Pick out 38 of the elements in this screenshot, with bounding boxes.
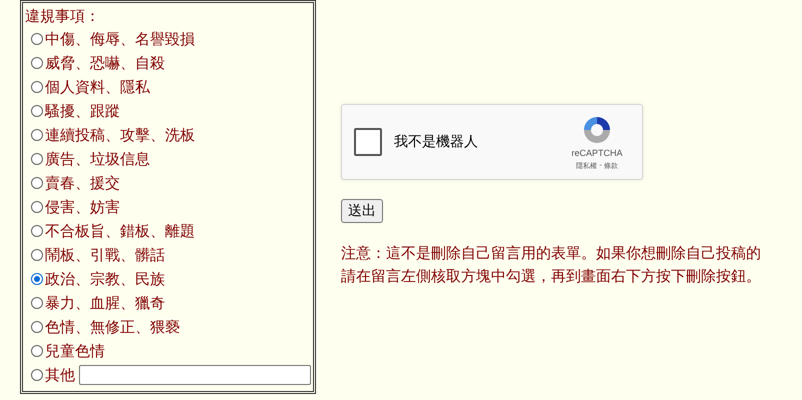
radio-button[interactable] [31,57,43,69]
legend-title: 違規事項： [25,6,101,27]
option-label[interactable]: 色情、無修正、猥褻 [45,318,180,336]
radio-button[interactable] [31,369,43,381]
radio-button[interactable] [31,321,43,333]
option-label[interactable]: 不合板旨、錯板、離題 [45,222,195,240]
option-label[interactable]: 兒童色情 [45,342,105,360]
option-label[interactable]: 鬧板、引戰、髒話 [45,246,165,264]
submit-button[interactable]: 送出 [341,199,383,223]
checkbox[interactable] [354,128,382,156]
option-label[interactable]: 中傷、侮辱、名譽毀損 [45,30,195,48]
radio-button[interactable] [31,297,43,309]
option-label[interactable]: 政治、宗教、民族 [45,270,165,288]
notice-text: 請在留言左側核取方塊中勾選，再到畫面右下方按下刪除按鈕。 [341,266,761,287]
radio-button[interactable] [31,345,43,357]
radio-button[interactable] [31,33,43,45]
radio-button[interactable] [31,129,43,141]
radio-button[interactable] [31,105,43,117]
option-label[interactable]: 暴力、血腥、獵奇 [45,294,165,312]
option-label[interactable]: 連續投稿、攻擊、洗板 [45,126,195,144]
option-label[interactable]: 廣告、垃圾信息 [45,150,150,168]
option-label[interactable]: 其他 [45,366,75,384]
option-label[interactable]: 騷擾、跟蹤 [45,102,120,120]
brand-text: reCAPTCHA [571,148,622,158]
radio-button[interactable] [31,177,43,189]
radio-button[interactable] [31,201,43,213]
captcha-label: 我不是機器人 [394,133,479,151]
option-label[interactable]: 威脅、恐嚇、自殺 [45,54,165,72]
input-field[interactable] [79,365,311,385]
radio-button[interactable] [31,81,43,93]
radio-button[interactable] [31,273,43,285]
notice-text: 注意：這不是刪除自己留言用的表單。如果你想刪除自己投稿的 [341,243,761,264]
radio-button[interactable] [31,225,43,237]
radio-button[interactable] [31,249,43,261]
option-label[interactable]: 個人資料、隱私 [45,78,150,96]
option-label[interactable]: 賣春、援交 [45,174,120,192]
option-label[interactable]: 侵害、妨害 [45,198,120,216]
radio-button[interactable] [31,153,43,165]
